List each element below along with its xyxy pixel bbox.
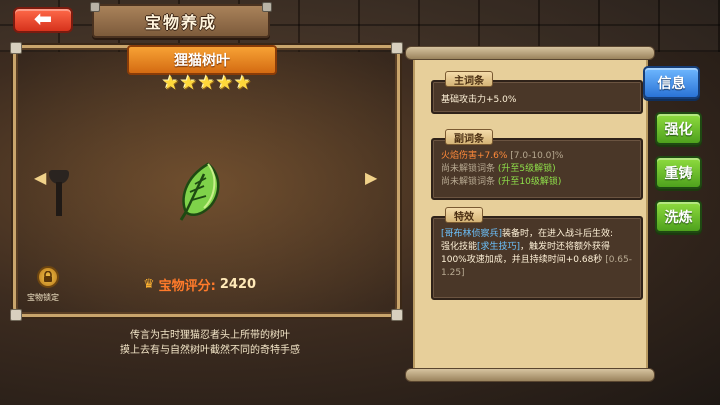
star-icon: ★ (162, 72, 180, 94)
unlock-hint: (升至10级解锁) (497, 177, 562, 187)
torch-icon (46, 164, 72, 224)
special-effect-section: [哥布林侦察兵]装备时，在进入战斗后生效: 强化技能[求生技巧]，触发时还将额外… (431, 216, 643, 300)
special-text: 强化技能 (441, 242, 478, 252)
main-affix-line: 基础攻击力+5.0% (441, 95, 517, 105)
score-label: 宝物评分: (158, 279, 216, 294)
next-arrow-icon[interactable]: ▶ (365, 170, 377, 186)
frame-corner (391, 42, 403, 54)
scroll-rod-top (405, 46, 655, 60)
tab-info[interactable]: 信息 (643, 66, 700, 99)
star-icon: ★ (180, 72, 198, 94)
treasure-name: 狸猫树叶 (174, 53, 230, 69)
scroll-rod-bottom (405, 368, 655, 382)
star-icon: ★ (234, 72, 252, 94)
treasure-name-banner: 狸猫树叶 (127, 45, 277, 75)
frame-corner (10, 42, 22, 54)
back-arrow-icon: ⬅ (33, 7, 53, 32)
special-text: 装备时，在进入战斗后生效: (502, 229, 614, 239)
unlock-hint: (升至5级解锁) (497, 164, 556, 174)
lock-icon (44, 271, 52, 282)
page-title: 宝物养成 (144, 13, 217, 32)
hero-tag: [哥布林侦察兵] (441, 229, 503, 239)
frame-corner (10, 309, 22, 321)
main-affix-tag: 主词条 (445, 71, 493, 87)
tab-reforge[interactable]: 重铸 (655, 156, 702, 189)
tab-refine[interactable]: 洗炼 (655, 200, 702, 233)
tab-label: 重铸 (664, 165, 693, 182)
frame-corner (391, 309, 403, 321)
crown-icon: ♛ (143, 277, 155, 292)
description-line: 传言为古时狸猫忍者头上所带的树叶 (130, 330, 290, 341)
tab-enhance[interactable]: 强化 (655, 112, 702, 145)
leaf-icon (179, 162, 220, 221)
bolt-icon (90, 2, 100, 12)
page-title-plank: 宝物养成 (92, 4, 270, 38)
treasure-score: ♛ 宝物评分: 2420 (143, 275, 256, 294)
special-effect-tag: 特效 (445, 207, 483, 223)
locked-affix-text: 尚未解锁词条 (441, 164, 496, 174)
prev-arrow-icon[interactable]: ◀ (34, 170, 46, 186)
sub-affix-attr: 火焰伤害+7.6% (441, 151, 508, 161)
lock-label: 宝物锁定 (27, 293, 59, 302)
description-line: 摸上去有与自然树叶截然不同的奇特手感 (120, 345, 300, 356)
bolt-icon (262, 2, 272, 12)
treasure-lock-button[interactable] (37, 266, 59, 288)
tab-label: 强化 (664, 121, 693, 138)
sub-affix-tag: 副词条 (445, 129, 493, 145)
sub-affix-section: 火焰伤害+7.6% [7.0-10.0]% 尚未解锁词条 (升至5级解锁) 尚未… (431, 138, 643, 200)
sub-affix-suffix: % (554, 151, 564, 161)
sub-affix-range: [7.0-10.0] (510, 151, 555, 161)
treasure-description: 传言为古时狸猫忍者头上所带的树叶 摸上去有与自然树叶截然不同的奇特手感 (60, 328, 360, 358)
back-button[interactable]: ⬅ (13, 7, 73, 33)
locked-affix-text: 尚未解锁词条 (441, 177, 496, 187)
tab-label: 洗炼 (664, 209, 693, 226)
star-rating: ★ ★ ★ ★ ★ (162, 74, 251, 93)
star-icon: ★ (216, 72, 234, 94)
score-value: 2420 (219, 277, 257, 292)
tab-label: 信息 (657, 75, 686, 92)
skill-tag: [求生技巧] (477, 242, 521, 252)
star-icon: ★ (198, 72, 216, 94)
